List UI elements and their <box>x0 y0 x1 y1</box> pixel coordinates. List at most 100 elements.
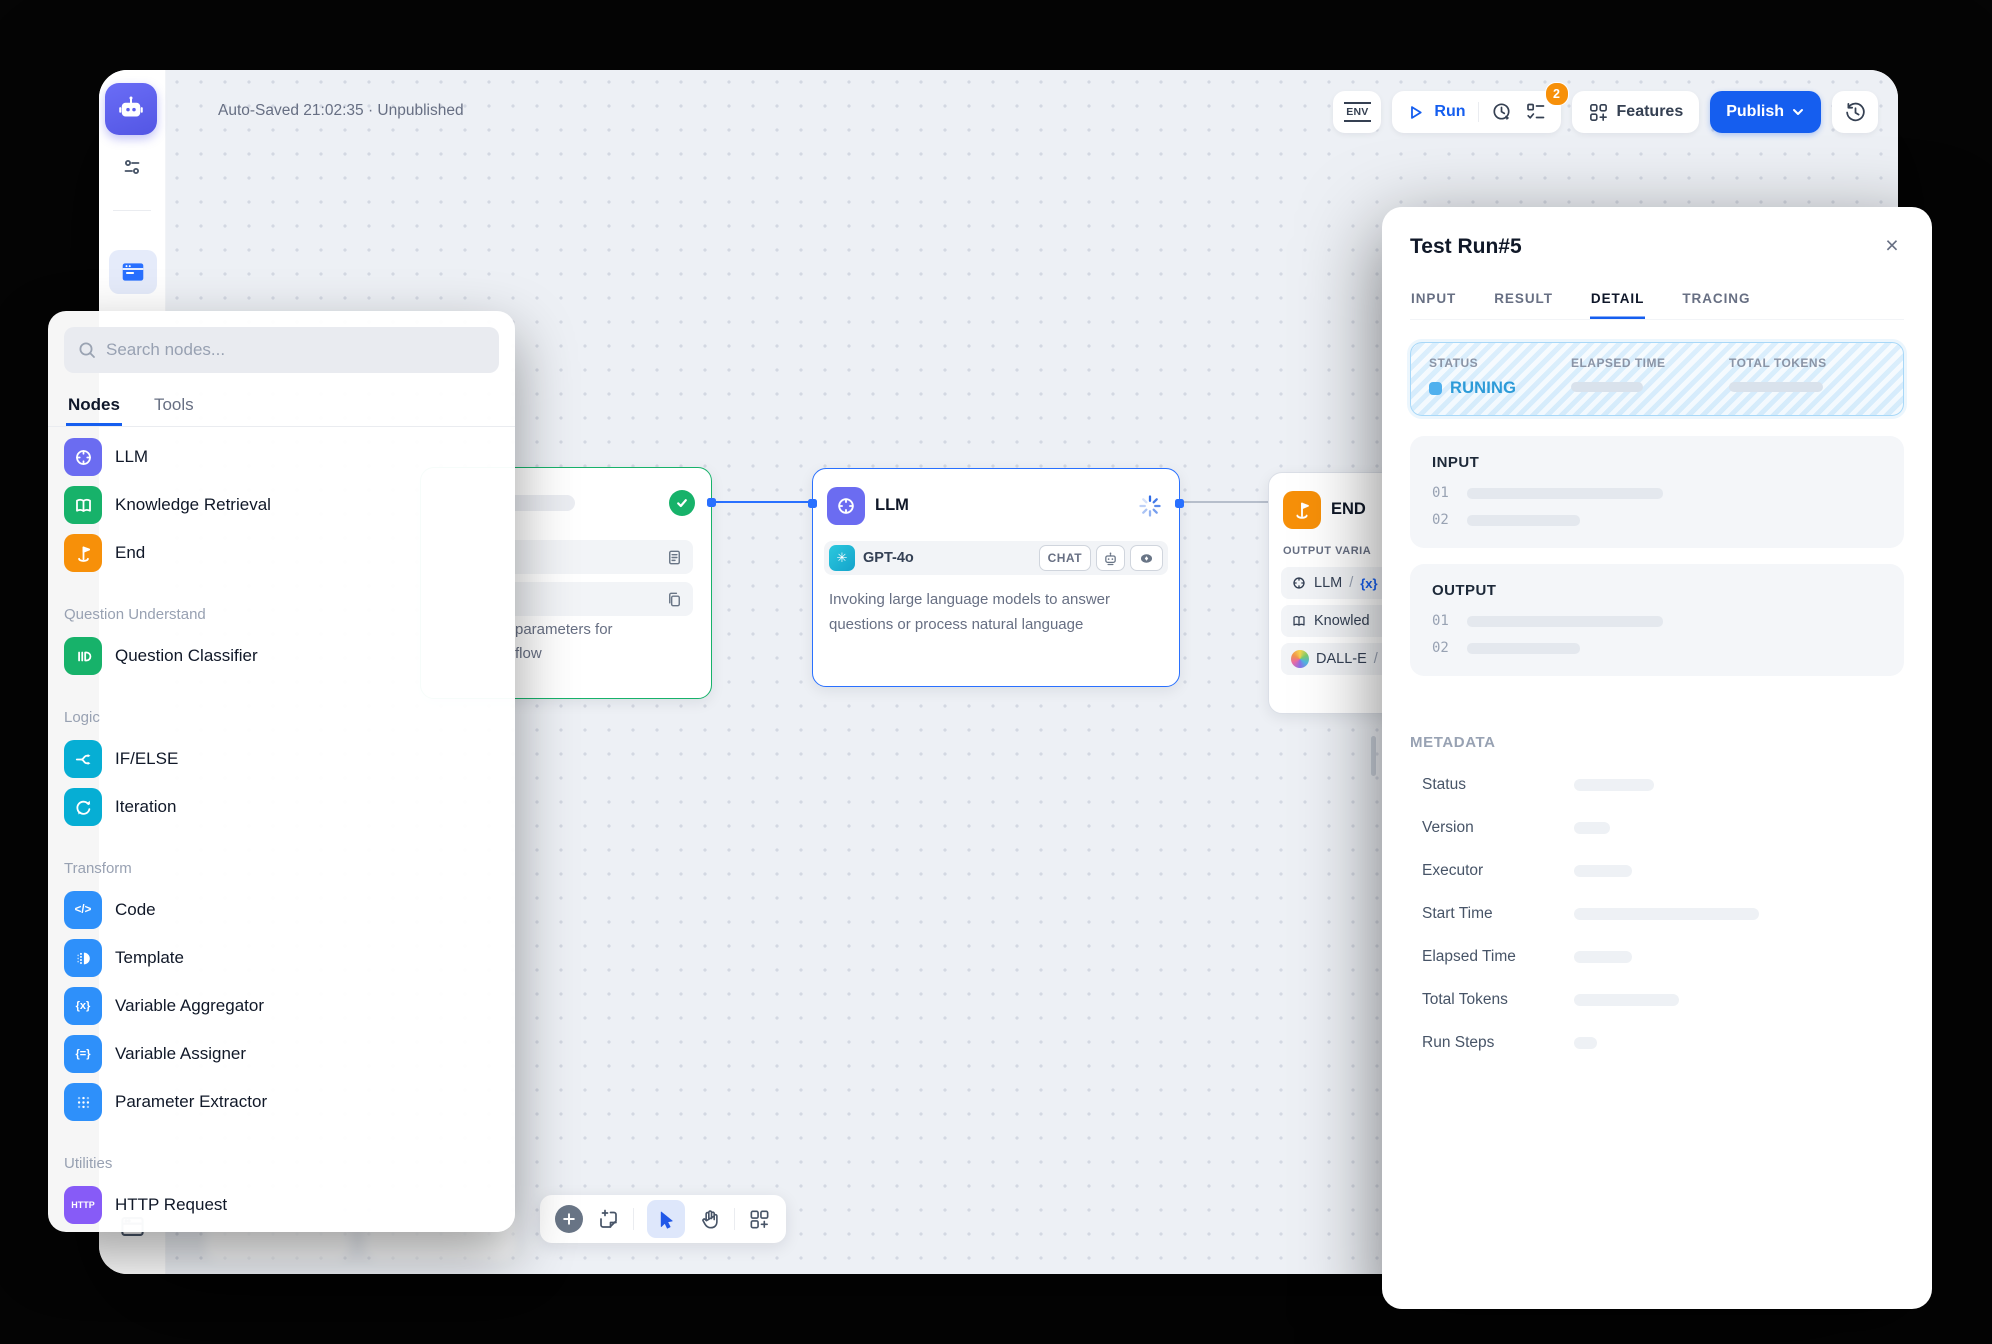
node-item-knowledge-retrieval[interactable]: Knowledge Retrieval <box>64 481 505 529</box>
node-item-parameter-extractor[interactable]: Parameter Extractor <box>64 1078 505 1126</box>
edge-start-llm <box>710 501 814 503</box>
metadata-row-executor: Executor <box>1410 862 1904 880</box>
llm-mini-icon <box>1291 575 1307 591</box>
checklist-badge: 2 <box>1545 82 1569 106</box>
metadata-row-version: Version <box>1410 819 1904 837</box>
tokens-skeleton <box>1729 382 1823 392</box>
document-icon <box>665 548 684 567</box>
node-item-llm[interactable]: LLM <box>64 433 505 481</box>
env-icon: ENV <box>1344 102 1370 122</box>
http-icon: HTTP <box>64 1186 102 1224</box>
cursor-icon <box>656 1209 677 1230</box>
workflow-panel-button[interactable] <box>109 250 157 294</box>
search-placeholder: Search nodes... <box>106 340 225 360</box>
success-check-icon <box>669 490 695 516</box>
row-number: 02 <box>1432 512 1449 528</box>
test-run-panel: Test Run#5 × INPUT RESULT DETAIL TRACING… <box>1382 207 1932 1309</box>
publish-button[interactable]: Publish <box>1710 91 1821 133</box>
node-item-if-else[interactable]: IF/ELSE <box>64 735 505 783</box>
node-item-template[interactable]: Template <box>64 934 505 982</box>
chevron-down-icon <box>1791 105 1805 119</box>
edge-llm-end <box>1176 501 1270 503</box>
section-question-understand: Question Understand <box>64 577 505 632</box>
close-icon[interactable]: × <box>1878 231 1906 259</box>
tab-tracing[interactable]: TRACING <box>1681 283 1751 319</box>
template-icon <box>64 939 102 977</box>
model-selector[interactable]: ✳ GPT-4o CHAT <box>824 541 1168 575</box>
code-icon: </> <box>64 891 102 929</box>
classifier-icon <box>64 637 102 675</box>
tab-detail[interactable]: DETAIL <box>1590 283 1645 319</box>
node-item-code[interactable]: </> Code <box>64 886 505 934</box>
nodes-panel-tabs: Nodes Tools <box>48 387 515 427</box>
status-card: STATUS RUNING ELAPSED TIME TOTAL TOKENS <box>1410 342 1904 416</box>
tab-nodes[interactable]: Nodes <box>66 387 122 426</box>
env-button[interactable]: ENV <box>1333 91 1381 133</box>
input-card: INPUT 01 02 <box>1410 436 1904 548</box>
checklist-icon[interactable] <box>1525 101 1547 123</box>
panel-resize-handle[interactable] <box>1371 736 1376 776</box>
window-icon <box>120 260 146 284</box>
var-source: Knowled <box>1314 613 1370 629</box>
autosave-status: Auto-Saved 21:02:35 · Unpublished <box>218 102 464 120</box>
toolbar-divider <box>734 1208 735 1230</box>
node-item-end[interactable]: End <box>64 529 505 577</box>
hand-tool-button[interactable] <box>698 1208 721 1231</box>
pointer-tool-button[interactable] <box>647 1200 685 1238</box>
node-item-list-operator[interactable]: List Operator <box>64 1229 505 1232</box>
slash: / <box>1349 575 1353 591</box>
value-skeleton <box>1574 779 1654 791</box>
start-node-description: parameters for flow <box>515 618 613 666</box>
node-item-http-request[interactable]: HTTP HTTP Request <box>64 1181 505 1229</box>
run-history-clock-icon[interactable] <box>1491 101 1513 123</box>
end-flag-icon <box>1283 491 1321 529</box>
metadata-row-elapsed-time: Elapsed Time <box>1410 948 1904 966</box>
run-control-group: Run 2 <box>1392 91 1560 133</box>
llm-output-handle[interactable] <box>1175 499 1184 508</box>
llm-input-handle[interactable] <box>808 499 817 508</box>
node-item-iteration[interactable]: Iteration <box>64 783 505 831</box>
end-node-title: END <box>1331 500 1366 519</box>
add-note-button[interactable] <box>596 1207 620 1231</box>
output-skeleton <box>1467 643 1580 654</box>
node-item-question-classifier[interactable]: Question Classifier <box>64 632 505 680</box>
features-button[interactable]: Features <box>1572 91 1700 133</box>
running-dot-icon <box>1429 382 1442 395</box>
node-item-variable-assigner[interactable]: {=} Variable Assigner <box>64 1030 505 1078</box>
slash: / <box>1374 651 1378 667</box>
eye-icon <box>1138 550 1155 567</box>
dots-grid-icon <box>64 1083 102 1121</box>
metadata-row-start-time: Start Time <box>1410 905 1904 923</box>
stage: parameters for flow LLM <box>0 0 1992 1344</box>
elapsed-time-label: ELAPSED TIME <box>1571 356 1729 370</box>
robot-badge <box>1096 545 1125 571</box>
running-spinner-icon <box>1137 493 1163 519</box>
total-tokens-label: TOTAL TOKENS <box>1729 356 1827 370</box>
value-skeleton <box>1574 822 1610 834</box>
run-button[interactable]: Run <box>1434 103 1465 121</box>
value-skeleton <box>1574 951 1632 963</box>
node-item-variable-aggregator[interactable]: {x} Variable Aggregator <box>64 982 505 1030</box>
canvas-toolbar <box>540 1195 786 1243</box>
note-plus-icon <box>596 1207 620 1231</box>
app-robot-icon[interactable] <box>105 83 157 135</box>
output-card: OUTPUT 01 02 <box>1410 564 1904 676</box>
play-icon[interactable] <box>1406 103 1425 122</box>
tab-input[interactable]: INPUT <box>1410 283 1457 319</box>
add-node-button[interactable] <box>555 1205 583 1233</box>
preferences-sliders-icon[interactable] <box>121 156 143 178</box>
metadata-row-status: Status <box>1410 776 1904 794</box>
organize-nodes-button[interactable] <box>748 1208 771 1231</box>
llm-node[interactable]: LLM ✳ GPT-4o CHAT <box>812 468 1180 687</box>
variable-eq-icon: {=} <box>64 1035 102 1073</box>
variable-token: {x} <box>1360 576 1377 591</box>
version-history-button[interactable] <box>1832 91 1878 133</box>
copy-icon <box>665 590 684 609</box>
search-input[interactable]: Search nodes... <box>64 327 499 373</box>
elapsed-skeleton <box>1571 382 1643 392</box>
openai-icon: ✳ <box>829 545 855 571</box>
tab-result[interactable]: RESULT <box>1493 283 1554 319</box>
output-skeleton <box>1467 616 1663 627</box>
tab-tools[interactable]: Tools <box>152 387 196 426</box>
start-output-handle[interactable] <box>707 498 716 507</box>
